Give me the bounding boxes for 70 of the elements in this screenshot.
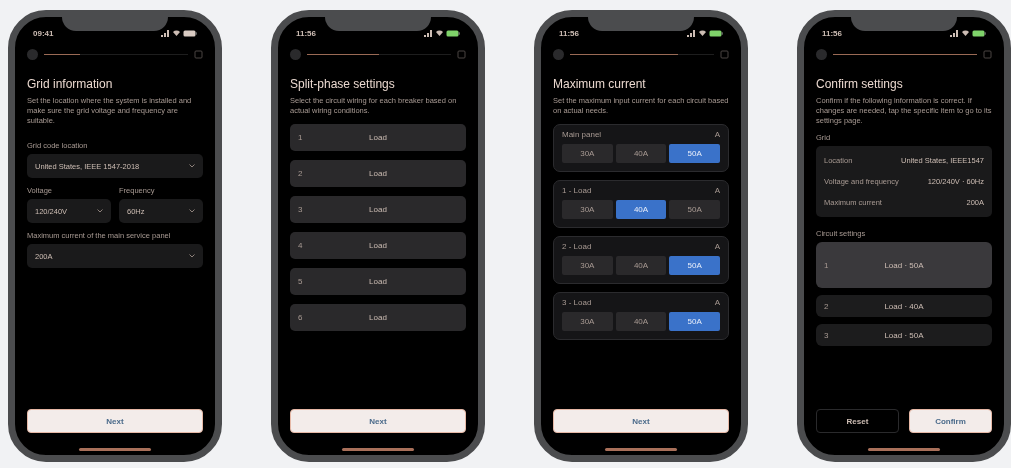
screen-title: Grid information	[27, 77, 114, 91]
card-label: 1 - Load	[562, 185, 592, 195]
current-option[interactable]: 50A	[669, 143, 720, 163]
current-option[interactable]: 40A	[615, 311, 667, 331]
primary-button[interactable]: Confirm	[909, 409, 992, 433]
back-button[interactable]	[290, 48, 301, 60]
chevron-down-icon	[97, 209, 103, 214]
current-option[interactable]: 30A	[562, 199, 613, 219]
circuit-row[interactable]: 4 Load	[290, 231, 466, 259]
current-option[interactable]: 40A	[615, 199, 667, 219]
circuit-row[interactable]: 2 Load · 40A	[816, 295, 992, 318]
card-hint: A	[714, 129, 720, 139]
card-label: 2 - Load	[562, 241, 592, 251]
circuit-row[interactable]: 2 Load	[290, 159, 466, 187]
wifi-icon	[173, 30, 180, 36]
primary-button[interactable]: Next	[27, 409, 203, 433]
current-option[interactable]: 30A	[562, 311, 613, 331]
circuit-row[interactable]: 3 Load · 50A	[816, 324, 992, 347]
status-time: 11:56	[296, 28, 317, 38]
wifi-icon	[962, 30, 969, 36]
signal-icon	[161, 29, 170, 37]
circuit-row[interactable]: 6 Load	[290, 303, 466, 331]
battery-icon	[183, 29, 197, 37]
circuit-row[interactable]: 1 Load	[290, 123, 466, 151]
status-time: 11:56	[559, 28, 580, 38]
current-option[interactable]: 40A	[615, 143, 667, 163]
help-icon[interactable]	[457, 49, 466, 59]
back-button[interactable]	[816, 48, 827, 60]
primary-button[interactable]: Next	[553, 409, 729, 433]
wifi-icon	[436, 30, 443, 36]
current-option[interactable]: 30A	[562, 255, 613, 275]
home-indicator	[605, 448, 677, 451]
current-option[interactable]: 50A	[669, 311, 720, 331]
help-icon[interactable]	[194, 49, 203, 59]
card-hint: A	[714, 241, 720, 251]
current-option[interactable]: 50A	[669, 255, 720, 275]
status-time: 09:41	[33, 28, 54, 38]
primary-button[interactable]: Next	[290, 409, 466, 433]
battery-icon	[972, 29, 986, 37]
help-icon[interactable]	[720, 49, 729, 59]
current-option[interactable]: 40A	[615, 255, 667, 275]
secondary-button[interactable]: Reset	[816, 409, 899, 433]
chevron-down-icon	[189, 164, 195, 169]
back-button[interactable]	[27, 48, 38, 60]
current-option[interactable]: 50A	[669, 199, 720, 219]
screen-title: Maximum current	[553, 77, 647, 91]
card-label: 3 - Load	[562, 297, 592, 307]
card-label: Main panel	[562, 129, 602, 139]
card-hint: A	[714, 297, 720, 307]
wifi-icon	[699, 30, 706, 36]
battery-icon	[709, 29, 723, 37]
circuit-row[interactable]: 5 Load	[290, 267, 466, 295]
chevron-down-icon	[189, 209, 195, 214]
signal-icon	[687, 29, 696, 37]
home-indicator	[868, 448, 940, 451]
help-icon[interactable]	[983, 49, 992, 59]
home-indicator	[79, 448, 151, 451]
back-button[interactable]	[553, 48, 564, 60]
screen-title: Split-phase settings	[290, 77, 396, 91]
card-hint: A	[714, 185, 720, 195]
circuit-row[interactable]: 3 Load	[290, 195, 466, 223]
home-indicator	[342, 448, 414, 451]
signal-icon	[424, 29, 433, 37]
status-time: 11:56	[822, 28, 843, 38]
screen-title: Confirm settings	[816, 77, 904, 91]
battery-icon	[446, 29, 460, 37]
circuit-row[interactable]: 1 Load · 50A	[816, 242, 992, 289]
current-option[interactable]: 30A	[562, 143, 613, 163]
chevron-down-icon	[189, 254, 195, 259]
signal-icon	[950, 29, 959, 37]
